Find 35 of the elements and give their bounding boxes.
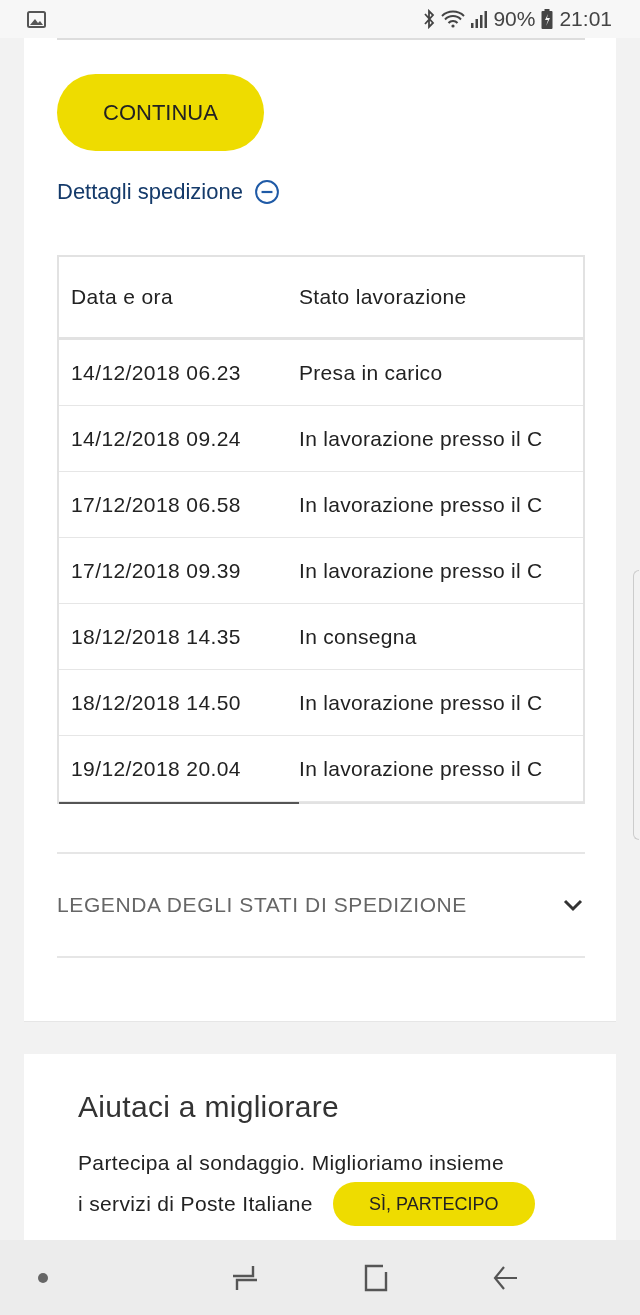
gallery-icon xyxy=(27,10,46,28)
table-cell: In consegna xyxy=(299,624,417,649)
table-cell: Presa in carico xyxy=(299,360,443,385)
table-cell: In lavorazione presso il C xyxy=(299,690,543,715)
table-cell: In lavorazione presso il C xyxy=(299,756,543,781)
column-header: Data e ora xyxy=(70,285,175,309)
battery-percent: 90% xyxy=(493,7,536,31)
table-cell-text: 17/12/2018 06.58 xyxy=(70,492,242,517)
table-cell: In lavorazione presso il C xyxy=(299,426,543,451)
participate-button[interactable]: SÌ, PARTECIPO xyxy=(332,1182,535,1226)
clock: 21:01 xyxy=(559,7,612,31)
bluetooth-icon xyxy=(423,9,436,29)
recent-apps-icon[interactable] xyxy=(231,1263,260,1292)
survey-text: i servizi di Poste Italiane xyxy=(78,1191,313,1217)
table-cell-text: 18/12/2018 14.35 xyxy=(70,624,242,649)
minus-circle-icon xyxy=(254,180,279,204)
chevron-icon[interactable] xyxy=(563,898,583,912)
wifi-icon xyxy=(441,10,466,28)
column-header: Stato lavorazione xyxy=(299,285,467,309)
table-cell-text: 14/12/2018 09.24 xyxy=(70,426,242,451)
survey-title: Aiutaci a migliorare xyxy=(78,1090,341,1124)
table-cell: In lavorazione presso il C xyxy=(299,558,543,583)
table-cell-text: 14/12/2018 06.23 xyxy=(70,360,242,385)
signal-icon xyxy=(471,10,488,28)
details-toggle[interactable]: Dettagli spedizione xyxy=(57,179,279,205)
table-cell-text: 17/12/2018 09.39 xyxy=(70,558,242,583)
continue-button[interactable]: CONTINUA xyxy=(57,74,264,151)
table-cell-text: 18/12/2018 14.50 xyxy=(70,690,242,715)
dot-icon[interactable] xyxy=(38,1272,48,1283)
table-cell-text: 19/12/2018 20.04 xyxy=(70,756,242,781)
battery-icon xyxy=(541,9,554,29)
home-icon[interactable] xyxy=(362,1263,389,1292)
legend-toggle[interactable]: LEGENDA DEGLI STATI DI SPEDIZIONE xyxy=(57,893,467,917)
survey-text: Partecipa al sondaggio. Miglioriamo insieme xyxy=(78,1150,505,1176)
table-cell: In lavorazione presso il C xyxy=(299,492,543,517)
